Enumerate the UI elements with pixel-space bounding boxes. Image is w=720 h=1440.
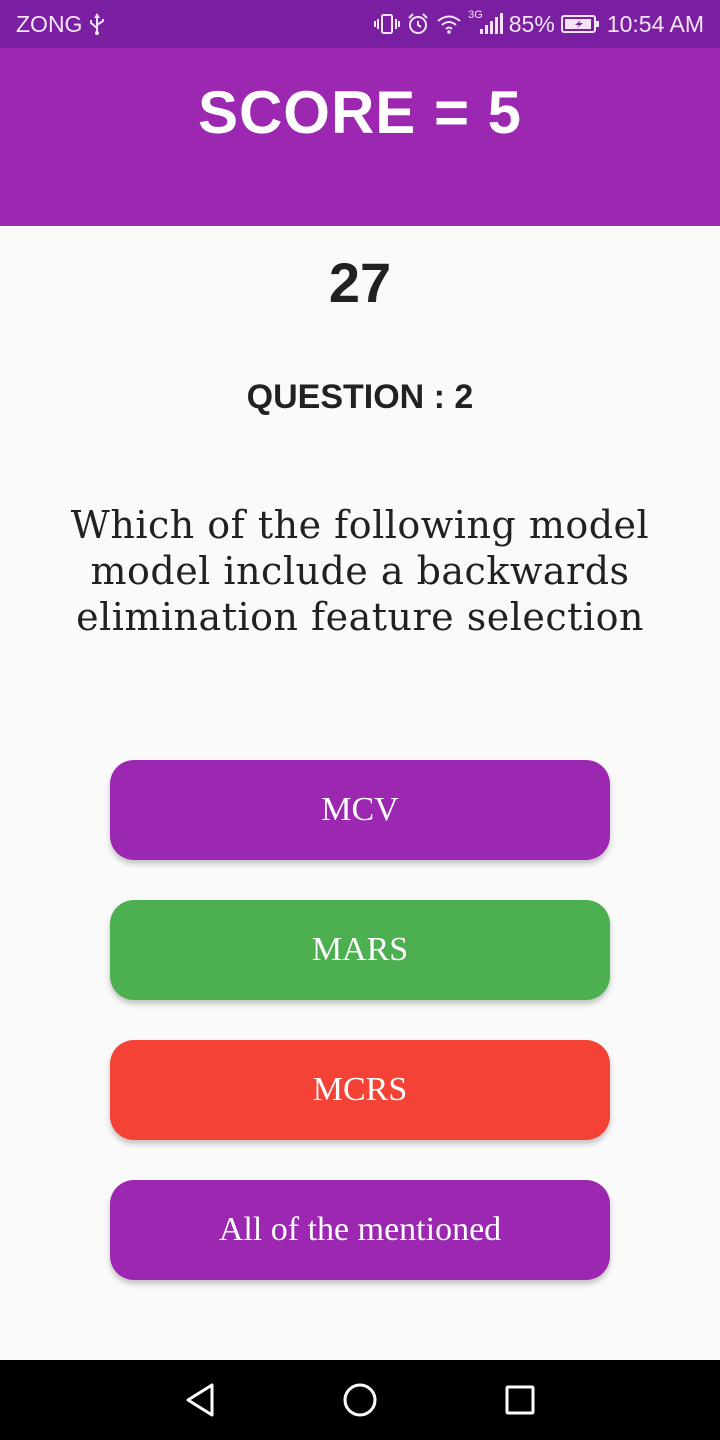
question-number: QUESTION : 2 (246, 378, 474, 416)
recents-icon[interactable] (500, 1380, 540, 1420)
system-navigation-bar (0, 1360, 720, 1440)
status-bar: ZONG 3G 85% 10:54 AM (0, 0, 720, 48)
network-type-label: 3G (468, 9, 483, 21)
vibrate-icon (374, 10, 401, 38)
question-text: Which of the following model model inclu… (70, 503, 650, 639)
signal-icon: 3G (468, 9, 503, 38)
option-button-all-of-the-mentioned[interactable]: All of the mentioned (110, 1180, 610, 1280)
back-icon[interactable] (180, 1380, 220, 1420)
battery-icon (560, 10, 601, 38)
countdown-timer: 27 (328, 251, 392, 314)
score-title: SCORE = 5 (197, 79, 523, 146)
battery-percent: 85% (508, 10, 555, 37)
alarm-icon (406, 10, 430, 38)
wifi-icon (436, 10, 462, 38)
clock-time: 10:54 AM (606, 10, 704, 37)
score-header: SCORE = 5 (0, 48, 720, 226)
status-left: ZONG (16, 10, 106, 38)
home-icon[interactable] (340, 1380, 380, 1420)
status-right: 3G 85% 10:54 AM (374, 9, 704, 38)
carrier-name: ZONG (16, 10, 83, 37)
option-button-mars[interactable]: MARS (110, 900, 610, 1000)
usb-icon (88, 10, 106, 38)
option-button-mcv[interactable]: MCV (110, 760, 610, 860)
option-button-mcrs[interactable]: MCRS (110, 1040, 610, 1140)
